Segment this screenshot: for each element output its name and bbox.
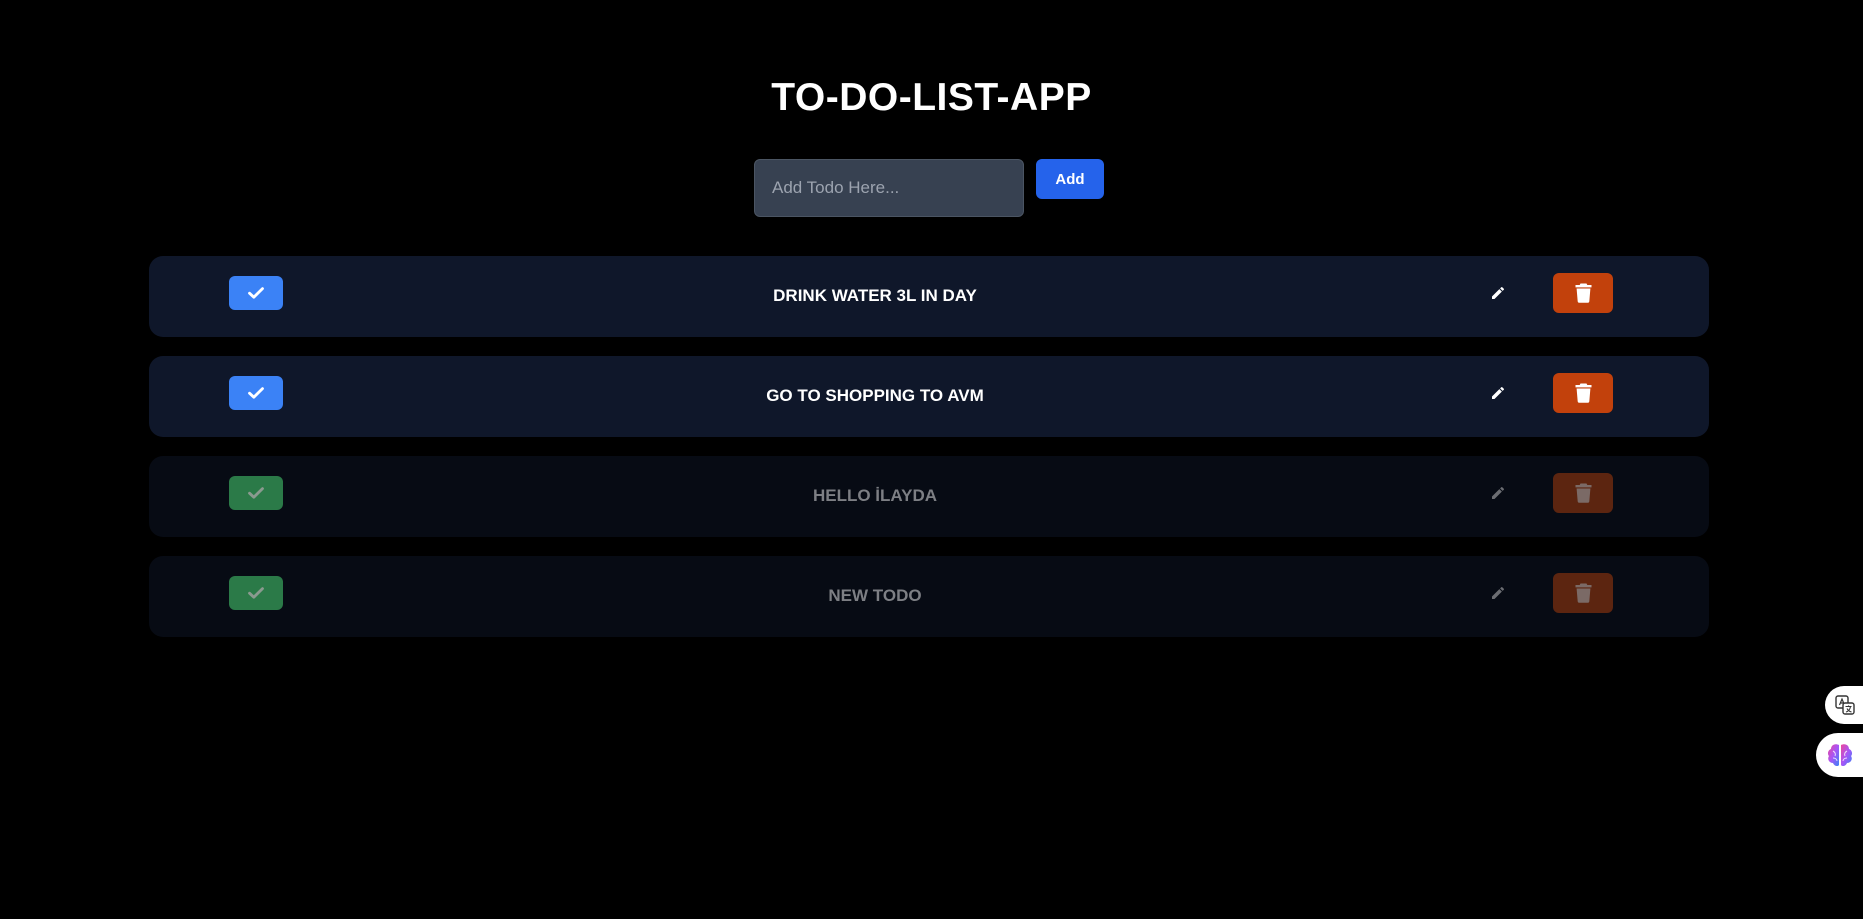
app-root: TO-DO-LIST-APP Add DRINK WATER 3L IN DAY… — [0, 0, 1863, 919]
pencil-icon — [1492, 486, 1505, 499]
add-button[interactable]: Add — [1036, 159, 1104, 199]
trash-icon — [1575, 583, 1591, 603]
todo-item: NEW TODO — [149, 556, 1709, 637]
trash-icon — [1575, 383, 1591, 403]
todo-item: GO TO SHOPPING TO AVM — [149, 356, 1709, 437]
trash-icon — [1575, 283, 1591, 303]
edit-button[interactable] — [1487, 482, 1509, 504]
todo-text: NEW TODO — [828, 586, 922, 605]
brain-icon — [1827, 744, 1852, 767]
edit-button[interactable] — [1487, 282, 1509, 304]
edit-button[interactable] — [1487, 382, 1509, 404]
todo-text: HELLO İLAYDA — [812, 486, 938, 505]
todo-input[interactable] — [754, 159, 1024, 217]
delete-button[interactable] — [1553, 573, 1613, 613]
translate-icon — [1834, 695, 1855, 715]
todo-item: DRINK WATER 3L IN DAY — [149, 256, 1709, 337]
delete-button[interactable] — [1553, 473, 1613, 513]
todo-text: GO TO SHOPPING TO AVM — [766, 386, 984, 405]
pencil-icon — [1492, 286, 1505, 299]
edit-button[interactable] — [1487, 582, 1509, 604]
pencil-icon — [1492, 586, 1505, 599]
ai-assistant-widget-button[interactable] — [1816, 733, 1863, 777]
page-title: TO-DO-LIST-APP — [771, 76, 1092, 119]
delete-button[interactable] — [1553, 273, 1613, 313]
pencil-icon — [1492, 386, 1505, 399]
todo-item: HELLO İLAYDA — [149, 456, 1709, 537]
delete-button[interactable] — [1553, 373, 1613, 413]
todo-list: DRINK WATER 3L IN DAY GO TO SHOPPING TO … — [149, 256, 1709, 656]
translate-widget-button[interactable] — [1825, 686, 1863, 724]
todo-text: DRINK WATER 3L IN DAY — [773, 286, 977, 305]
add-todo-form: Add — [754, 159, 1104, 217]
trash-icon — [1575, 483, 1591, 503]
